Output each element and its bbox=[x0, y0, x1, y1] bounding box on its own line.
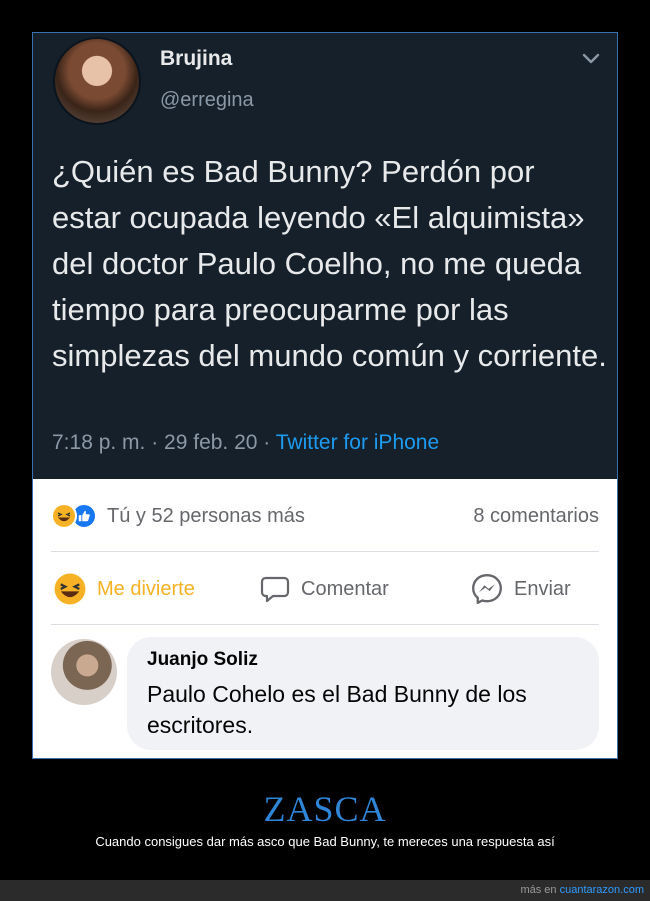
haha-reaction-button[interactable]: Me divierte bbox=[53, 571, 195, 607]
comments-count[interactable]: 8 comentarios bbox=[473, 505, 599, 528]
meme-image-frame: Brujina @erregina ¿Quién es Bad Bunny? P… bbox=[32, 32, 618, 759]
comment-button[interactable]: Comentar bbox=[259, 571, 389, 607]
haha-icon bbox=[51, 503, 77, 529]
reactions-text: Tú y 52 personas más bbox=[107, 504, 305, 527]
facebook-post-footer: Tú y 52 personas más 8 comentarios Me di… bbox=[33, 479, 617, 758]
comment-author-avatar[interactable] bbox=[51, 639, 117, 705]
comment-text: Paulo Cohelo es el Bad Bunny de los escr… bbox=[147, 681, 527, 738]
comment-icon bbox=[260, 576, 290, 603]
site-footer: más en cuantarazon.com bbox=[0, 880, 650, 901]
post-caption: Cuando consigues dar más asco que Bad Bu… bbox=[95, 834, 555, 849]
tweet-author-handle[interactable]: @erregina bbox=[160, 89, 254, 112]
messenger-icon bbox=[472, 574, 502, 604]
comment-bubble: Juanjo Soliz Paulo Cohelo es el Bad Bunn… bbox=[127, 637, 599, 750]
tweet-source-link[interactable]: Twitter for iPhone bbox=[276, 431, 439, 454]
tweet-timestamp: 7:18 p. m. · 29 feb. 20 · bbox=[52, 431, 276, 454]
tweet-meta: 7:18 p. m. · 29 feb. 20 · Twitter for iP… bbox=[52, 431, 439, 455]
send-button-label: Enviar bbox=[514, 577, 571, 600]
tweet-author-name[interactable]: Brujina bbox=[160, 47, 232, 71]
haha-reaction-label: Me divierte bbox=[97, 577, 195, 600]
footer-text: más en cuantarazon.com bbox=[520, 884, 644, 896]
footer-site-link[interactable]: cuantarazon.com bbox=[560, 884, 644, 896]
send-button[interactable]: Enviar bbox=[470, 571, 571, 607]
haha-icon bbox=[54, 573, 86, 605]
chevron-down-icon[interactable] bbox=[579, 47, 603, 71]
comment-button-label: Comentar bbox=[301, 577, 389, 600]
post-title: ZASCA bbox=[263, 789, 387, 829]
divider bbox=[51, 624, 599, 625]
comment-author-name[interactable]: Juanjo Soliz bbox=[147, 649, 258, 671]
tweet-avatar[interactable] bbox=[53, 37, 141, 125]
divider bbox=[51, 551, 599, 552]
footer-prefix: más en bbox=[520, 884, 560, 896]
reactions-summary[interactable]: Tú y 52 personas más bbox=[51, 501, 305, 531]
tweet-text: ¿Quién es Bad Bunny? Perdón por estar oc… bbox=[52, 154, 607, 373]
tweet-card: Brujina @erregina ¿Quién es Bad Bunny? P… bbox=[33, 33, 617, 479]
